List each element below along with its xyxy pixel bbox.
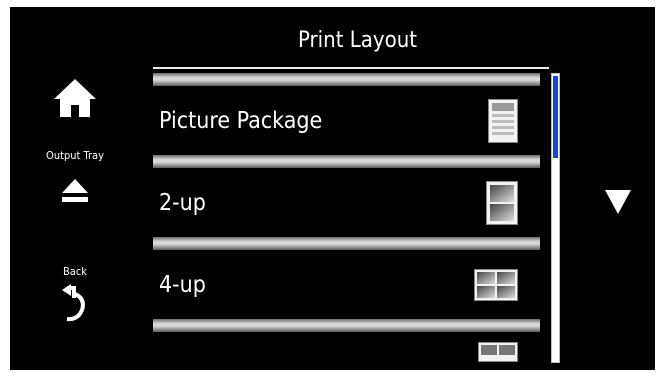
list-item-label: 4-up: [159, 271, 206, 298]
down-arrow-icon: [605, 190, 631, 214]
list-separator: [153, 73, 540, 86]
list-separator: [153, 155, 540, 168]
eject-icon: [62, 179, 88, 202]
layout-list[interactable]: Picture Package 2-up 4-up: [153, 73, 540, 370]
output-tray-label: Output Tray: [46, 149, 104, 162]
list-separator: [153, 237, 540, 250]
back-button[interactable]: Back: [10, 265, 140, 345]
list-item-label: Picture Package: [159, 107, 323, 134]
scrollbar[interactable]: [551, 73, 560, 363]
two-up-icon: [486, 180, 518, 225]
list-item-picture-package[interactable]: Picture Package: [153, 86, 540, 155]
output-tray-button[interactable]: Output Tray: [10, 149, 140, 229]
back-arrow-icon: [62, 284, 85, 322]
title-divider: [153, 67, 549, 69]
list-item-label: 2-up: [159, 189, 206, 216]
page-title: Print Layout: [297, 28, 418, 53]
scroll-down-button[interactable]: [590, 157, 646, 247]
printer-screen: Print Layout Output Tray Back Picture Pa…: [10, 7, 655, 370]
home-button[interactable]: [10, 69, 140, 129]
four-up-icon: [474, 268, 518, 301]
partial-layout-icon: [478, 342, 518, 362]
back-label: Back: [62, 265, 88, 278]
list-item-2-up[interactable]: 2-up: [153, 168, 540, 237]
scroll-thumb[interactable]: [553, 76, 558, 158]
list-item-partial[interactable]: [153, 332, 540, 370]
picture-package-icon: [488, 98, 518, 143]
list-item-4-up[interactable]: 4-up: [153, 250, 540, 319]
list-separator: [153, 319, 540, 332]
home-icon: [54, 79, 96, 117]
